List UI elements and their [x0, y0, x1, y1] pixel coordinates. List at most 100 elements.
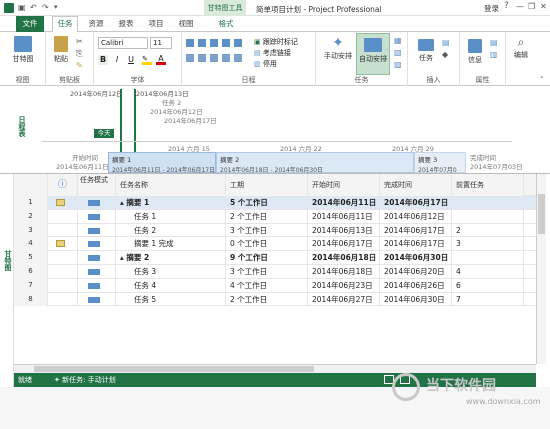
timeline-bar-summary3[interactable]: 摘要 3 2014年07月0 [414, 152, 466, 174]
underline-button[interactable]: U [126, 55, 136, 65]
table-row[interactable]: 5 ▴ 摘要 29 个工作日 2014年06月18日 2014年06月30日 [14, 251, 536, 265]
table-row[interactable]: 4 摘要 1 完成 0 个工作日 2014年06月17日 2014年06月17日 3 [14, 237, 536, 252]
restore-button[interactable]: ❐ [528, 2, 535, 11]
row-finish[interactable]: 2014年06月26日 [380, 278, 452, 293]
font-color-icon[interactable]: A [156, 54, 166, 65]
row-name[interactable]: 任务 3 [116, 265, 226, 279]
tab-resource[interactable]: 资源 [84, 17, 108, 31]
row-finish[interactable]: 2014年06月12日 [380, 209, 452, 224]
details-icon[interactable]: ▥ [490, 50, 498, 59]
vertical-scroll-thumb[interactable] [538, 194, 545, 234]
header-start[interactable]: 开始时间 [308, 174, 380, 196]
header-predecessors[interactable]: 前置任务 [452, 174, 524, 196]
row-predecessors[interactable]: 2 [452, 223, 524, 238]
row-id[interactable]: 3 [14, 223, 48, 238]
row-duration[interactable]: 4 个工作日 [226, 278, 308, 293]
highlight-icon[interactable]: ✎ [142, 55, 152, 65]
row-duration[interactable]: 3 个工作日 [226, 265, 308, 279]
row-mode[interactable] [78, 196, 116, 210]
italic-button[interactable]: I [112, 55, 122, 65]
link-tasks-icons[interactable] [186, 54, 246, 62]
move-icon[interactable]: ▧ [394, 48, 402, 57]
row-id[interactable]: 1 [14, 196, 48, 210]
close-button[interactable]: ✕ [540, 2, 547, 11]
row-mode[interactable] [78, 209, 116, 224]
new-tasks-mode[interactable]: ✦ 新任务: 手动计划 [54, 375, 116, 385]
mark-on-track-button[interactable]: ▣ 跟踪时标记 [254, 37, 298, 47]
manual-schedule-button[interactable]: ✦ 手动安排 [318, 35, 358, 61]
select-all-cell[interactable] [14, 174, 48, 196]
header-duration[interactable]: 工期 [226, 174, 308, 196]
table-row[interactable]: 1 ▴ 摘要 15 个工作日 2014年06月11日 2014年06月17日 [14, 196, 536, 210]
header-mode[interactable]: 任务模式 [78, 174, 116, 196]
row-start[interactable]: 2014年06月18日 [308, 251, 380, 265]
row-predecessors[interactable]: 3 [452, 237, 524, 252]
row-id[interactable]: 4 [14, 237, 48, 252]
tab-task[interactable]: 任务 [52, 16, 78, 33]
header-name[interactable]: 任务名称 [116, 174, 226, 196]
horizontal-scroll-thumb[interactable] [34, 366, 314, 372]
row-indicator[interactable] [48, 196, 78, 210]
vertical-scrollbar[interactable] [536, 174, 546, 364]
row-indicator[interactable] [48, 237, 78, 252]
row-indicator[interactable] [48, 251, 78, 265]
row-duration[interactable]: 2 个工作日 [226, 292, 308, 307]
note-icon[interactable] [56, 199, 65, 206]
row-finish[interactable]: 2014年06月30日 [380, 292, 452, 307]
row-predecessors[interactable]: 7 [452, 292, 524, 307]
gantt-view-button[interactable]: 甘特图 [8, 36, 38, 64]
tab-project[interactable]: 项目 [144, 17, 168, 31]
row-indicator[interactable] [48, 278, 78, 293]
timeline-bar-summary1[interactable]: 摘要 1 2014年06月11日 - 2014年06月17日 [108, 152, 216, 174]
row-name[interactable]: 任务 5 [116, 292, 226, 307]
tab-report[interactable]: 报表 [114, 17, 138, 31]
table-row[interactable]: 6 任务 33 个工作日 2014年06月18日 2014年06月20日 4 [14, 265, 536, 279]
row-start[interactable]: 2014年06月17日 [308, 237, 380, 252]
milestone-icon[interactable]: ◆ [442, 50, 448, 59]
editing-button[interactable]: ⌕ 编辑 [508, 35, 534, 60]
font-size-select[interactable]: 11 [150, 37, 172, 49]
undo-icon[interactable]: ↶ [30, 3, 37, 12]
row-id[interactable]: 6 [14, 265, 48, 279]
row-duration[interactable]: 0 个工作日 [226, 237, 308, 252]
row-name[interactable]: ▴ 摘要 2 [116, 251, 226, 265]
row-indicator[interactable] [48, 223, 78, 238]
notes-icon[interactable]: ▤ [490, 38, 498, 47]
row-mode[interactable] [78, 237, 116, 252]
row-predecessors[interactable] [452, 196, 524, 210]
row-start[interactable]: 2014年06月23日 [308, 278, 380, 293]
row-name[interactable]: ▴ 摘要 1 [116, 196, 226, 210]
row-indicator[interactable] [48, 292, 78, 307]
tab-view[interactable]: 视图 [174, 17, 198, 31]
copy-icon[interactable]: ⎘ [76, 49, 82, 59]
row-mode[interactable] [78, 223, 116, 238]
row-name[interactable]: 任务 2 [116, 223, 226, 238]
header-finish[interactable]: 完成时间 [380, 174, 452, 196]
row-name[interactable]: 任务 1 [116, 209, 226, 224]
table-row[interactable]: 3 任务 23 个工作日 2014年06月13日 2014年06月17日 2 [14, 223, 536, 238]
information-button[interactable]: 信息 [464, 35, 486, 65]
row-id[interactable]: 8 [14, 292, 48, 307]
row-start[interactable]: 2014年06月11日 [308, 196, 380, 210]
inspect-icon[interactable]: ▦ [394, 36, 402, 45]
cut-icon[interactable]: ✂ [76, 37, 83, 46]
row-predecessors[interactable]: 4 [452, 265, 524, 279]
respect-links-button[interactable]: ▤ 考虑链接 [254, 48, 291, 58]
minimize-button[interactable]: — [516, 2, 524, 11]
row-name[interactable]: 摘要 1 完成 [116, 237, 226, 252]
row-id[interactable]: 7 [14, 278, 48, 293]
font-name-select[interactable]: Calibri [98, 37, 148, 49]
row-mode[interactable] [78, 278, 116, 293]
row-indicator[interactable] [48, 265, 78, 279]
row-duration[interactable]: 5 个工作日 [226, 196, 308, 210]
paste-button[interactable]: 粘贴 [50, 36, 72, 64]
row-start[interactable]: 2014年06月18日 [308, 265, 380, 279]
row-start[interactable]: 2014年06月11日 [308, 209, 380, 224]
row-duration[interactable]: 9 个工作日 [226, 251, 308, 265]
bold-button[interactable]: B [98, 55, 108, 65]
row-duration[interactable]: 3 个工作日 [226, 223, 308, 238]
format-painter-icon[interactable]: ✎ [76, 61, 83, 70]
login-link[interactable]: 登录 [484, 3, 499, 14]
table-row[interactable]: 7 任务 44 个工作日 2014年06月23日 2014年06月26日 6 [14, 278, 536, 293]
row-mode[interactable] [78, 251, 116, 265]
